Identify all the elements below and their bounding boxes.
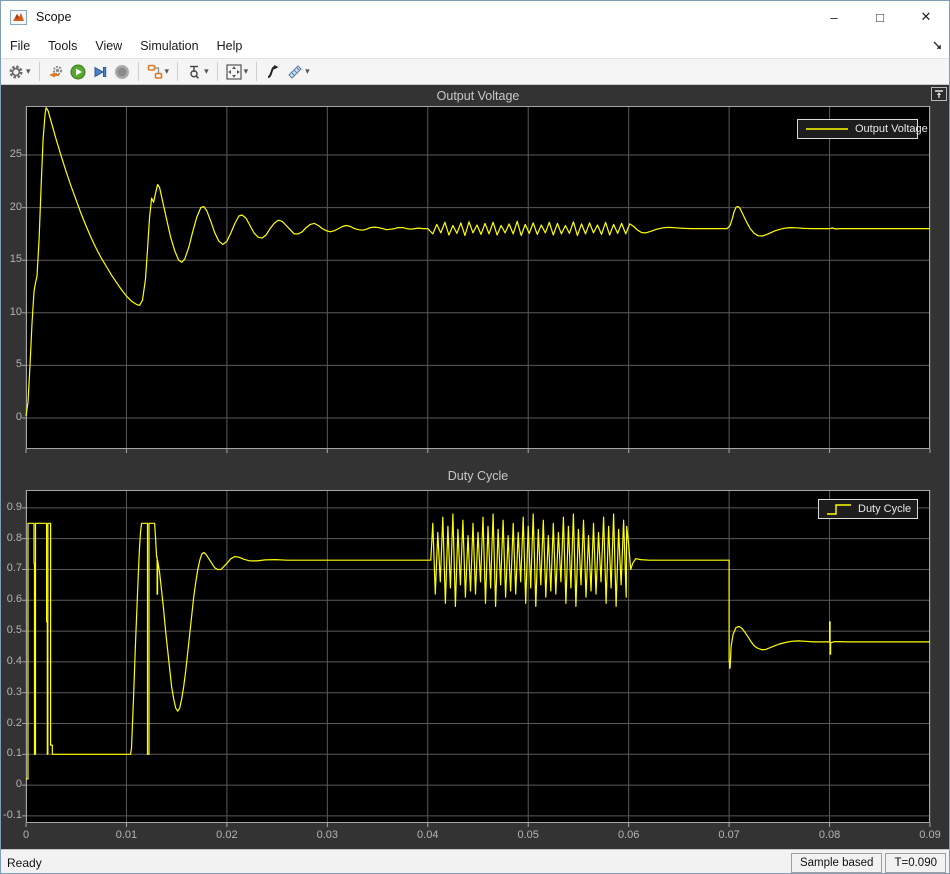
y-tick-label: 0.2 (6, 716, 22, 729)
legend-label: Output Voltage (855, 123, 928, 135)
legend-label: Duty Cycle (858, 503, 912, 515)
x-tick-label: 0.06 (617, 829, 640, 841)
cursor-measurements-icon (267, 64, 279, 78)
cursor-measurements-button[interactable] (262, 60, 284, 84)
legend-output-voltage[interactable]: Output Voltage (797, 119, 928, 139)
status-time: T=0.090 (885, 852, 946, 873)
x-tick-label: 0.01 (115, 829, 138, 841)
menu-bar: File Tools View Simulation Help (1, 33, 949, 59)
plot-title-duty-cycle: Duty Cycle (447, 469, 509, 483)
stop-icon (114, 64, 129, 79)
expand-arrow-icon (935, 89, 943, 98)
status-bar: Ready Sample based T=0.090 (1, 849, 949, 873)
menu-tools[interactable]: Tools (39, 35, 86, 57)
menu-simulation[interactable]: Simulation (131, 35, 207, 57)
y-tick-label: 0 (15, 778, 22, 791)
legend-line-sample (806, 128, 848, 130)
x-tick-label: 0.07 (718, 829, 740, 841)
highlight-block-icon (147, 64, 162, 79)
x-tick-label: 0.05 (517, 829, 539, 841)
chevron-down-icon: ▾ (26, 66, 31, 76)
y-tick-label: 0.7 (6, 562, 22, 575)
toolbar: ▾ ▾ ▾ ▾ ▾ (1, 59, 949, 85)
maximize-button[interactable]: □ (857, 1, 903, 33)
stop-button[interactable] (111, 60, 133, 84)
y-tick-label: 0 (15, 410, 22, 423)
status-sample-mode: Sample based (790, 852, 883, 873)
y-tick-label: 0.8 (6, 531, 22, 544)
stepping-options-icon (48, 65, 62, 77)
y-tick-label: 0.4 (6, 654, 22, 667)
chevron-down-icon: ▾ (305, 66, 310, 76)
expand-button[interactable] (931, 87, 947, 101)
y-tick-label: 15 (9, 253, 22, 266)
measurements-button[interactable]: ▾ (284, 60, 313, 84)
chevron-down-icon: ▾ (204, 66, 209, 76)
run-icon (70, 64, 86, 79)
y-tick-label: 10 (9, 305, 22, 318)
y-tick-label: -0.1 (3, 808, 22, 821)
x-tick-label: 0.04 (417, 829, 439, 841)
settings-gear-button[interactable]: ▾ (5, 60, 34, 84)
window-title: Scope (36, 10, 72, 24)
y-tick-label: 25 (9, 148, 22, 160)
zoom-fit-icon (225, 63, 242, 80)
trigger-button[interactable]: ▾ (183, 60, 212, 84)
minimize-button[interactable]: – (811, 1, 857, 33)
status-ready: Ready (7, 855, 42, 870)
chevron-down-icon: ▾ (243, 66, 249, 76)
menu-view[interactable]: View (86, 35, 131, 57)
x-tick-label: 0.02 (216, 829, 238, 841)
run-button[interactable] (67, 60, 89, 84)
x-tick-label: 0 (22, 829, 30, 841)
plot-output-voltage[interactable] (22, 106, 931, 453)
x-tick-label: 0.09 (919, 829, 941, 841)
close-button[interactable]: ✕ (903, 1, 949, 33)
y-tick-label: 20 (9, 200, 22, 213)
y-tick-label: 0.9 (6, 500, 22, 513)
measurements-ruler-icon (288, 64, 302, 79)
legend-stair-sample (827, 504, 851, 515)
gear-icon (9, 65, 23, 78)
legend-duty-cycle[interactable]: Duty Cycle (818, 499, 918, 519)
highlight-block-button[interactable]: ▾ (144, 60, 173, 84)
plot-duty-cycle[interactable] (22, 490, 931, 827)
title-bar: Scope – □ ✕ (1, 1, 949, 33)
step-forward-icon (94, 66, 106, 77)
scope-window: Scope – □ ✕ File Tools View Simulation H… (0, 0, 950, 874)
y-tick-label: 0.1 (6, 747, 22, 760)
x-tick-label: 0.08 (818, 829, 841, 841)
chevron-down-icon: ▾ (164, 66, 170, 76)
dock-arrow-icon[interactable] (932, 40, 943, 51)
y-tick-label: 0.6 (6, 593, 22, 606)
y-tick-label: 5 (15, 358, 22, 371)
plot-title-output-voltage: Output Voltage (436, 89, 520, 103)
y-tick-label: 0.5 (6, 624, 22, 637)
zoom-fit-button[interactable]: ▾ (223, 60, 252, 84)
trigger-icon (190, 65, 200, 79)
matlab-scope-icon (10, 9, 27, 25)
y-tick-label: 0.3 (6, 685, 22, 698)
plot-canvas: Output Voltage Duty Cycle 0 5 10 15 20 25 -0.1… (1, 85, 949, 849)
step-forward-button[interactable] (89, 60, 111, 84)
stepping-options-button[interactable] (45, 60, 67, 84)
menu-file[interactable]: File (1, 35, 39, 57)
x-tick-label: 0.03 (316, 829, 339, 841)
menu-help[interactable]: Help (208, 35, 252, 57)
